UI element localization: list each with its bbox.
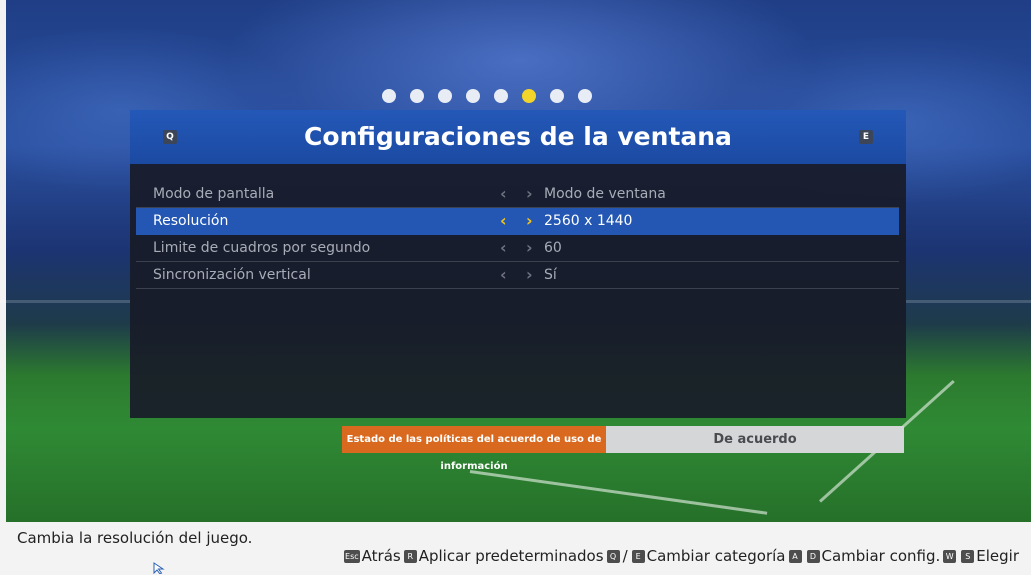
page-dot-active[interactable] (522, 89, 536, 103)
e-key-icon: E (631, 549, 645, 563)
background-edge (0, 0, 6, 522)
stand-line (0, 300, 130, 303)
s-key-icon: S (961, 549, 975, 563)
page-dot[interactable] (578, 89, 592, 103)
r-key-icon: R (403, 549, 417, 563)
key-hints: Esc Atrás R Aplicar predeterminados Q / … (341, 547, 1019, 565)
key-separator: / (622, 547, 628, 565)
page-dot[interactable] (466, 89, 480, 103)
w-key-icon: W (943, 549, 957, 563)
setting-value: Sí (544, 267, 557, 283)
change-category-hint[interactable]: Cambiar categoría (647, 547, 786, 565)
setting-value: 2560 x 1440 (544, 213, 633, 229)
setting-value: 60 (544, 240, 562, 256)
mouse-cursor-icon (153, 562, 165, 574)
apply-defaults-hint[interactable]: Aplicar predeterminados (419, 547, 604, 565)
page-dot[interactable] (438, 89, 452, 103)
chevron-right-icon[interactable]: › (526, 235, 533, 261)
chevron-right-icon[interactable]: › (526, 181, 533, 207)
setting-description: Cambia la resolución del juego. (17, 529, 253, 547)
setting-label: Limite de cuadros por segundo (153, 240, 371, 256)
setting-value: Modo de ventana (544, 186, 666, 202)
page-dot[interactable] (410, 89, 424, 103)
setting-label: Modo de pantalla (153, 186, 275, 202)
page-dot[interactable] (494, 89, 508, 103)
esc-key-icon: Esc (344, 549, 360, 563)
policy-status-bar[interactable]: Estado de las políticas del acuerdo de u… (342, 426, 904, 472)
chevron-left-icon[interactable]: ‹ (500, 208, 507, 234)
setting-label: Resolución (153, 213, 229, 229)
chevron-left-icon[interactable]: ‹ (500, 181, 507, 207)
a-key-icon: A (788, 549, 802, 563)
next-category-key[interactable]: E (859, 130, 873, 144)
setting-row-resolution[interactable]: Resolución ‹ › 2560 x 1440 (136, 208, 899, 235)
setting-row-fps-limit[interactable]: Limite de cuadros por segundo ‹ › 60 (136, 235, 899, 262)
page-dot[interactable] (550, 89, 564, 103)
settings-panel: Q Configuraciones de la ventana E Modo d… (130, 110, 906, 418)
back-hint[interactable]: Atrás (362, 547, 401, 565)
chevron-left-icon[interactable]: ‹ (500, 262, 507, 288)
d-key-icon: D (806, 549, 820, 563)
q-key-icon: Q (606, 549, 620, 563)
setting-row-vsync[interactable]: Sincronización vertical ‹ › Sí (136, 262, 899, 289)
stand-line (906, 300, 1031, 303)
chevron-right-icon[interactable]: › (526, 208, 533, 234)
chevron-left-icon[interactable]: ‹ (500, 235, 507, 261)
page-dot[interactable] (382, 89, 396, 103)
setting-row-screen-mode[interactable]: Modo de pantalla ‹ › Modo de ventana (136, 181, 899, 208)
setting-label: Sincronización vertical (153, 267, 311, 283)
policy-label: Estado de las políticas del acuerdo de u… (342, 426, 606, 472)
change-config-hint[interactable]: Cambiar config. (822, 547, 941, 565)
chevron-right-icon[interactable]: › (526, 262, 533, 288)
policy-value: De acuerdo (606, 426, 904, 453)
choose-hint[interactable]: Elegir (976, 547, 1019, 565)
panel-title: Configuraciones de la ventana (304, 122, 732, 151)
page-indicator (382, 89, 592, 103)
panel-header: Q Configuraciones de la ventana E (130, 110, 906, 164)
